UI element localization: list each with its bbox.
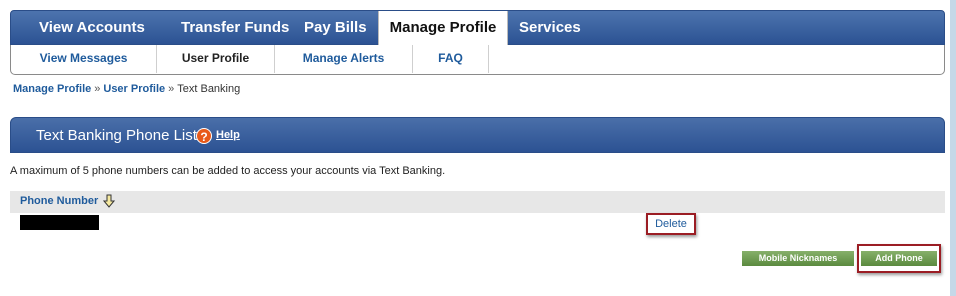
section-header: Text Banking Phone List ? Help [10, 117, 945, 153]
subnav-faq[interactable]: FAQ [413, 45, 489, 73]
mobile-nicknames-button[interactable]: Mobile Nicknames [742, 251, 854, 266]
tab-services[interactable]: Services [519, 11, 581, 45]
page-right-border [950, 0, 956, 296]
add-phone-button[interactable]: Add Phone [861, 251, 937, 266]
subnav-view-messages[interactable]: View Messages [11, 45, 157, 73]
sort-down-arrow-icon[interactable] [103, 194, 115, 208]
section-title: Text Banking Phone List [36, 127, 197, 144]
column-header-phone-number[interactable]: Phone Number [20, 195, 98, 207]
tab-pay-bills[interactable]: Pay Bills [304, 11, 367, 45]
breadcrumb-separator: » [168, 83, 175, 95]
info-text: A maximum of 5 phone numbers can be adde… [10, 165, 446, 177]
breadcrumb: Manage Profile» User Profile» Text Banking [13, 83, 240, 95]
sub-nav: View Messages User Profile Manage Alerts… [10, 45, 945, 75]
help-link[interactable]: Help [216, 129, 240, 141]
tab-transfer-funds[interactable]: Transfer Funds [181, 11, 289, 45]
breadcrumb-text-banking: Text Banking [177, 83, 241, 95]
tab-view-accounts[interactable]: View Accounts [39, 11, 145, 45]
breadcrumb-separator: » [94, 83, 101, 95]
subnav-manage-alerts[interactable]: Manage Alerts [275, 45, 413, 73]
subnav-user-profile[interactable]: User Profile [157, 45, 275, 73]
redacted-phone-number [20, 215, 99, 230]
delete-button[interactable]: Delete [646, 213, 696, 235]
table-header: Phone Number [10, 191, 945, 213]
tab-manage-profile[interactable]: Manage Profile [378, 11, 508, 45]
main-nav: View Accounts Transfer Funds Pay Bills M… [10, 10, 945, 45]
breadcrumb-user-profile[interactable]: User Profile [103, 83, 165, 95]
help-icon[interactable]: ? [196, 128, 212, 144]
breadcrumb-manage-profile[interactable]: Manage Profile [13, 83, 91, 95]
